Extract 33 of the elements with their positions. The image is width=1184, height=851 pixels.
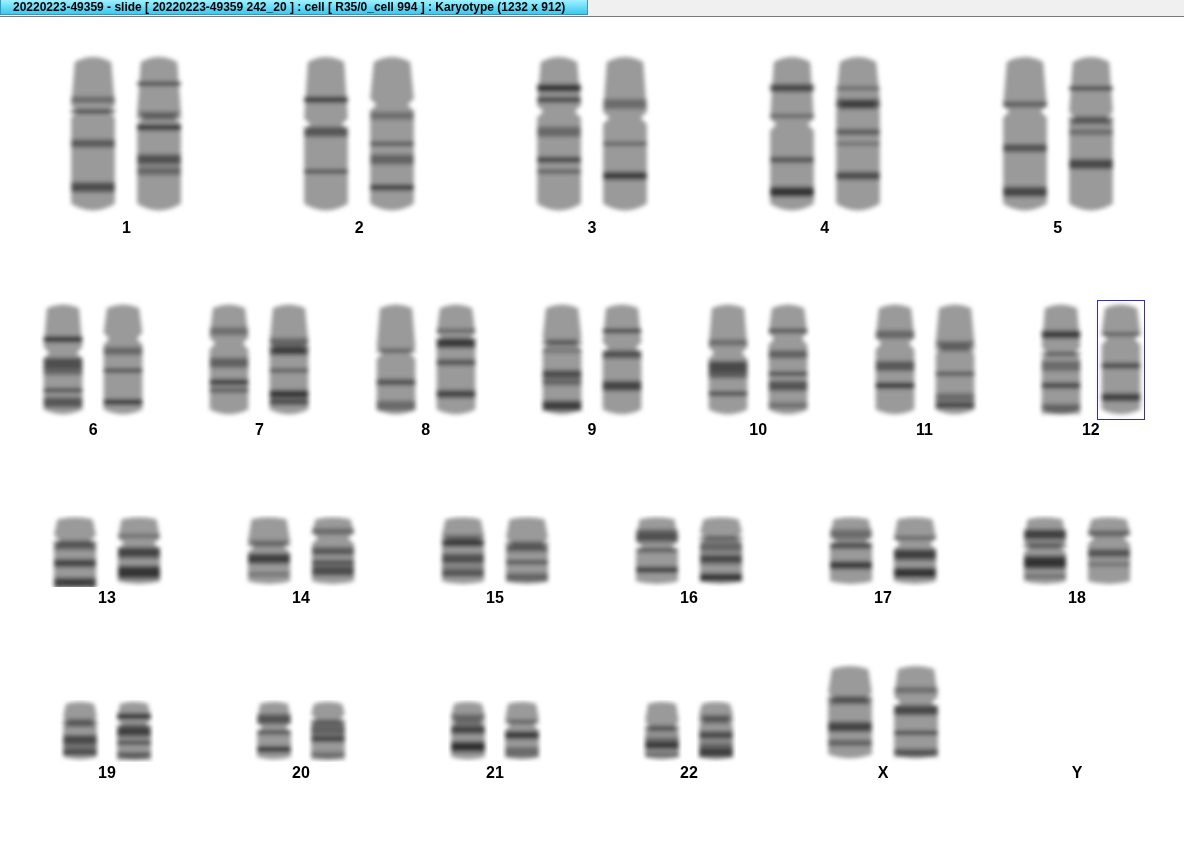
- chromosome-label: 14: [292, 589, 310, 607]
- chromosome-drawing[interactable]: [642, 700, 682, 762]
- chromosome-label: 16: [680, 589, 698, 607]
- chromosome-label: 15: [486, 589, 504, 607]
- chromosome-label: 11: [916, 421, 933, 439]
- chromosome-label: 18: [1068, 589, 1086, 607]
- chromosome-drawing[interactable]: [114, 700, 154, 762]
- chromosome-label: 19: [98, 764, 116, 782]
- chromosome-label: 8: [421, 421, 431, 439]
- chromosome-drawing[interactable]: [60, 700, 100, 762]
- chromosome-label: 6: [88, 421, 98, 439]
- chromosome-drawing[interactable]: [308, 700, 348, 762]
- chromosome-label: 12: [1081, 421, 1100, 439]
- chromosome-drawing[interactable]: [448, 700, 488, 762]
- chromosome-label: Y: [1071, 764, 1083, 782]
- chromosome-label: 4: [820, 219, 830, 237]
- chromosome-drawing[interactable]: [696, 700, 736, 762]
- chromosome-label: 21: [486, 764, 504, 782]
- chromosome-label: 3: [587, 219, 597, 237]
- chromosome-drawing[interactable]: [254, 700, 294, 762]
- chromosome-label: 7: [254, 421, 264, 439]
- chromosome-label: 17: [874, 589, 892, 607]
- chromosome-drawing[interactable]: [1097, 301, 1144, 419]
- chromosome-label: 9: [587, 421, 597, 439]
- chromosome-label: 22: [680, 764, 698, 782]
- chromosome-label: 5: [1053, 219, 1063, 237]
- chromosome-label: 2: [354, 219, 364, 237]
- chromosome-label: X: [877, 764, 889, 782]
- chromosome-drawing[interactable]: [502, 700, 542, 762]
- chromosome-label: 1: [121, 219, 131, 237]
- chromosome-label: 10: [749, 421, 768, 439]
- chromosome-label: 20: [292, 764, 310, 782]
- chromosome-label: 13: [98, 589, 116, 607]
